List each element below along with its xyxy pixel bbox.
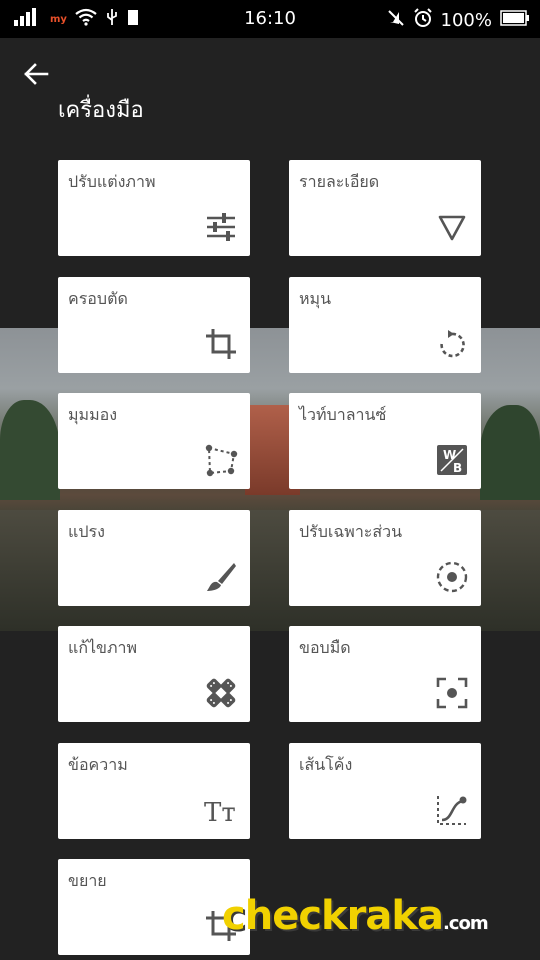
tool-label: ปรับแต่งภาพ [68, 172, 156, 191]
brush-icon [204, 560, 238, 594]
tool-label: รายละเอียด [299, 172, 380, 191]
tool-card-vignette[interactable]: ขอบมืด [289, 626, 481, 722]
tool-label: ขยาย [68, 871, 107, 890]
arrow-back-icon [24, 63, 49, 85]
white-balance-icon: WB [435, 443, 469, 477]
tool-card-text[interactable]: ข้อความ Tт [58, 743, 250, 839]
perspective-icon [204, 443, 238, 477]
watermark-suffix: .com [442, 913, 489, 934]
tool-label: ข้อความ [68, 755, 128, 774]
vignette-icon [435, 676, 469, 710]
tool-label: หมุน [299, 289, 332, 308]
text-icon: Tт [204, 793, 238, 827]
tool-label: แก้ไขภาพ [68, 638, 138, 657]
battery-percent: 100% [440, 10, 492, 31]
tool-card-details[interactable]: รายละเอียด [289, 160, 481, 256]
selective-icon [435, 560, 469, 594]
tool-label: แปรง [68, 522, 105, 541]
triangle-down-icon [435, 210, 469, 244]
text-icon-glyph: Tт [204, 798, 236, 827]
wb-letter-w: W [443, 448, 456, 462]
curves-icon [435, 793, 469, 827]
tool-label: มุมมอง [68, 405, 118, 424]
status-bar: my 16:10 100% [0, 0, 540, 38]
tool-card-crop[interactable]: ครอบตัด [58, 277, 250, 373]
watermark-main: checkraka [222, 893, 444, 939]
alarm-icon [413, 8, 433, 33]
watermark-logo: checkraka.com [222, 893, 489, 939]
wb-letter-b: B [453, 461, 462, 475]
tool-label: ไวท์บาลานซ์ [299, 405, 387, 424]
tool-card-curves[interactable]: เส้นโค้ง [289, 743, 481, 839]
tool-card-healing[interactable]: แก้ไขภาพ [58, 626, 250, 722]
page-title: เครื่องมือ [58, 98, 144, 123]
back-button[interactable] [20, 58, 52, 90]
tool-card-white-balance[interactable]: ไวท์บาลานซ์ WB [289, 393, 481, 489]
tool-label: ขอบมืด [299, 638, 351, 657]
tool-label: เส้นโค้ง [299, 755, 353, 774]
healing-icon [204, 676, 238, 710]
mute-icon [387, 9, 405, 32]
tool-card-brush[interactable]: แปรง [58, 510, 250, 606]
tool-label: ปรับเฉพาะส่วน [299, 522, 403, 541]
tool-label: ครอบตัด [68, 289, 128, 308]
tool-card-rotate[interactable]: หมุน [289, 277, 481, 373]
sliders-icon [204, 210, 238, 244]
battery-icon [500, 10, 530, 31]
background-tree [480, 405, 540, 500]
background-tree [0, 400, 60, 500]
tool-card-tune-image[interactable]: ปรับแต่งภาพ [58, 160, 250, 256]
tool-card-perspective[interactable]: มุมมอง [58, 393, 250, 489]
rotate-icon [435, 327, 469, 361]
crop-icon [204, 327, 238, 361]
tool-card-selective[interactable]: ปรับเฉพาะส่วน [289, 510, 481, 606]
